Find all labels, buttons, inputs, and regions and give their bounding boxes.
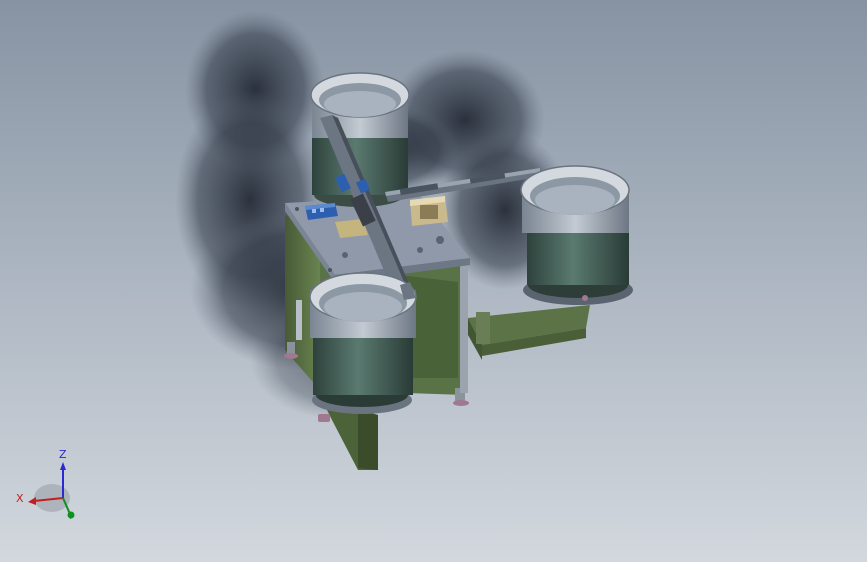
triad-x-label: X [16, 492, 24, 505]
3d-viewport[interactable]: Z X Y [0, 0, 867, 562]
feeder-bowl-right [520, 165, 633, 305]
triad-y-label: Y [68, 512, 73, 521]
tan-guide-block [410, 196, 448, 226]
feeder-bowl-front [309, 272, 417, 414]
model-canvas[interactable] [0, 0, 867, 562]
right-support-arm [468, 305, 590, 360]
triad-z-label: Z [59, 448, 67, 461]
